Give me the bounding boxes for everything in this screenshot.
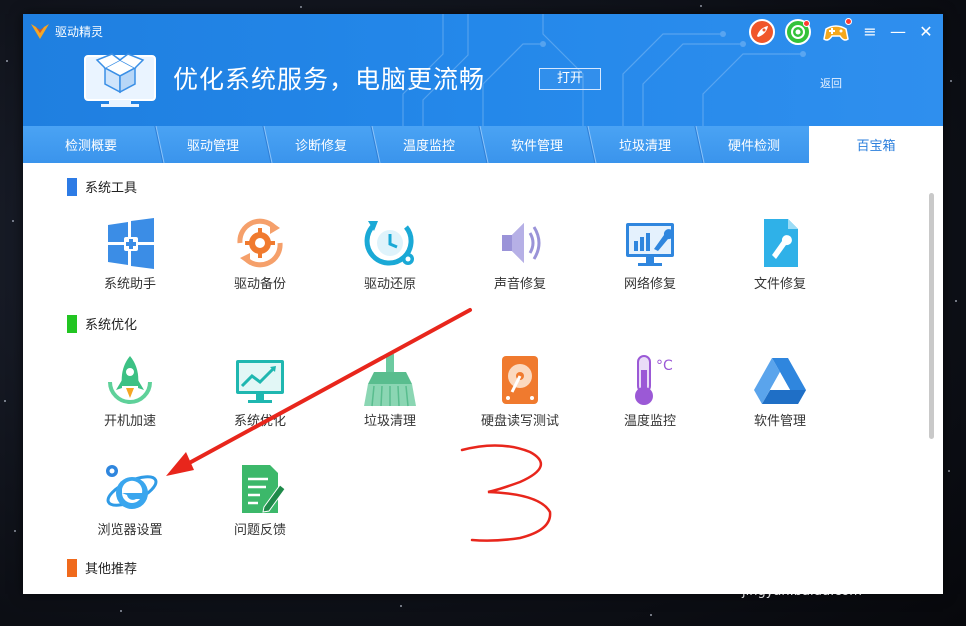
svg-text:°C: °C xyxy=(656,358,673,374)
section-marker xyxy=(67,177,77,196)
header: 驱动精灵 ≡ — ✕ 优化系统服务，电脑更流畅 打开 返回 xyxy=(23,14,943,126)
section-system-tools: 系统工具 xyxy=(67,177,137,196)
tool-label: 系统助手 xyxy=(103,277,156,292)
monitor-chart-icon xyxy=(236,360,284,403)
tab-separator xyxy=(478,126,489,163)
browser-ie-icon xyxy=(106,465,158,509)
tool-label: 软件管理 xyxy=(753,414,806,429)
tool-network-repair[interactable]: 网络修复 xyxy=(595,215,705,292)
baidu-watermark: Bai du 经验 jingyan.baidu.com xyxy=(738,540,924,599)
tab-temperature-monitor[interactable]: 温度监控 xyxy=(375,126,489,163)
back-link[interactable]: 返回 xyxy=(820,75,842,91)
tool-label: 文件修复 xyxy=(753,277,806,292)
minimize-icon[interactable]: — xyxy=(889,23,907,41)
tool-label: 问题反馈 xyxy=(233,523,286,538)
tab-label: 垃圾清理 xyxy=(618,139,671,154)
notification-dot xyxy=(803,20,810,27)
notification-dot xyxy=(845,18,852,25)
banner-text: 优化系统服务，电脑更流畅 xyxy=(173,65,486,94)
tab-label: 软件管理 xyxy=(510,139,563,154)
rocket-icon[interactable] xyxy=(749,19,775,45)
tab-label: 温度监控 xyxy=(402,139,455,154)
speaker-icon xyxy=(502,223,541,263)
tool-label: 网络修复 xyxy=(623,277,676,292)
section-title: 其他推荐 xyxy=(85,562,138,577)
close-icon[interactable]: ✕ xyxy=(917,23,935,41)
scrollbar-thumb[interactable] xyxy=(929,193,934,439)
main-tabs: 检测概要 驱动管理 诊断修复 温度监控 软件管理 垃圾清理 硬件检测 百宝箱 xyxy=(23,126,943,163)
tool-label: 系统优化 xyxy=(233,414,286,429)
toolbox-content: 系统工具 系统助手 驱动备份 驱动还原 声音修复 网络修复 文件修复 系统优化 … xyxy=(23,163,943,594)
tool-label: 浏览器设置 xyxy=(97,523,163,538)
section-other-recommend: 其他推荐 xyxy=(67,558,137,577)
app-logo-icon xyxy=(31,24,49,39)
tool-file-repair[interactable]: 文件修复 xyxy=(725,215,835,292)
tab-separator xyxy=(154,126,165,163)
tab-separator xyxy=(694,126,705,163)
file-wrench-icon xyxy=(764,219,798,267)
thermometer-icon: °C xyxy=(635,355,673,405)
tab-label: 百宝箱 xyxy=(856,139,896,154)
tool-label: 温度监控 xyxy=(623,414,676,429)
broom-icon xyxy=(364,354,416,407)
tool-junk-cleanup[interactable]: 垃圾清理 xyxy=(335,352,445,429)
tool-browser-settings[interactable]: 浏览器设置 xyxy=(75,461,185,538)
tab-label: 检测概要 xyxy=(64,139,117,154)
app-window: 驱动精灵 ≡ — ✕ 优化系统服务，电脑更流畅 打开 返回 检测概要 驱动管理 … xyxy=(23,14,943,594)
tool-feedback[interactable]: 问题反馈 xyxy=(205,461,315,538)
tool-label: 声音修复 xyxy=(493,277,546,292)
watermark-logo: Bai du 经验 xyxy=(738,548,925,583)
tool-driver-backup[interactable]: 驱动备份 xyxy=(205,215,315,292)
tool-label: 开机加速 xyxy=(103,414,156,429)
tab-driver-management[interactable]: 驱动管理 xyxy=(159,126,273,163)
tool-label: 垃圾清理 xyxy=(363,414,416,429)
section-marker xyxy=(67,558,77,577)
game-icon[interactable] xyxy=(821,18,852,45)
tool-system-assistant[interactable]: 系统助手 xyxy=(75,215,185,292)
gear-refresh-icon xyxy=(237,218,283,268)
tab-diagnose-repair[interactable]: 诊断修复 xyxy=(267,126,381,163)
watermark-url: jingyan.baidu.com xyxy=(742,584,862,599)
tool-disk-rw-test[interactable]: 硬盘读写测试 xyxy=(465,352,575,429)
tab-detection-summary[interactable]: 检测概要 xyxy=(23,126,165,163)
open-button[interactable]: 打开 xyxy=(539,68,601,90)
triangle-drive-icon xyxy=(754,358,806,404)
tool-label: 硬盘读写测试 xyxy=(480,414,559,429)
tool-sound-repair[interactable]: 声音修复 xyxy=(465,215,575,292)
tab-separator xyxy=(262,126,273,163)
tab-label: 驱动管理 xyxy=(186,139,239,154)
tool-driver-restore[interactable]: 驱动还原 xyxy=(335,215,445,292)
tab-label: 诊断修复 xyxy=(294,139,347,154)
clock-restore-icon xyxy=(364,221,414,266)
tab-label: 硬件检测 xyxy=(727,139,780,154)
monitor-wrench-icon xyxy=(626,223,674,266)
rocket-launch-icon xyxy=(108,356,152,404)
tool-label: 驱动还原 xyxy=(363,277,416,292)
section-system-optimize: 系统优化 xyxy=(67,314,137,333)
tool-system-optimize[interactable]: 系统优化 xyxy=(205,352,315,429)
tab-separator xyxy=(586,126,597,163)
section-title: 系统工具 xyxy=(85,181,138,196)
section-marker xyxy=(67,314,77,333)
tool-software-management[interactable]: 软件管理 xyxy=(725,352,835,429)
section-title: 系统优化 xyxy=(85,318,138,333)
tab-hardware-detection[interactable]: 硬件检测 xyxy=(699,126,809,163)
tool-label: 驱动备份 xyxy=(233,277,286,292)
windows-plus-icon xyxy=(108,218,154,269)
tab-software-management[interactable]: 软件管理 xyxy=(483,126,597,163)
app-title: 驱动精灵 xyxy=(55,25,104,39)
tool-boot-speedup[interactable]: 开机加速 xyxy=(75,352,185,429)
tab-junk-cleanup[interactable]: 垃圾清理 xyxy=(591,126,705,163)
window-controls: ≡ — ✕ xyxy=(749,18,935,45)
document-pen-icon xyxy=(242,465,286,513)
tool-temperature-monitor[interactable]: °C 温度监控 xyxy=(595,352,705,429)
live-icon[interactable] xyxy=(785,19,811,45)
tab-toolbox[interactable]: 百宝箱 xyxy=(809,126,943,163)
tab-separator xyxy=(370,126,381,163)
hard-disk-icon xyxy=(502,356,538,404)
menu-icon[interactable]: ≡ xyxy=(861,23,879,41)
service-box-icon xyxy=(84,53,156,107)
